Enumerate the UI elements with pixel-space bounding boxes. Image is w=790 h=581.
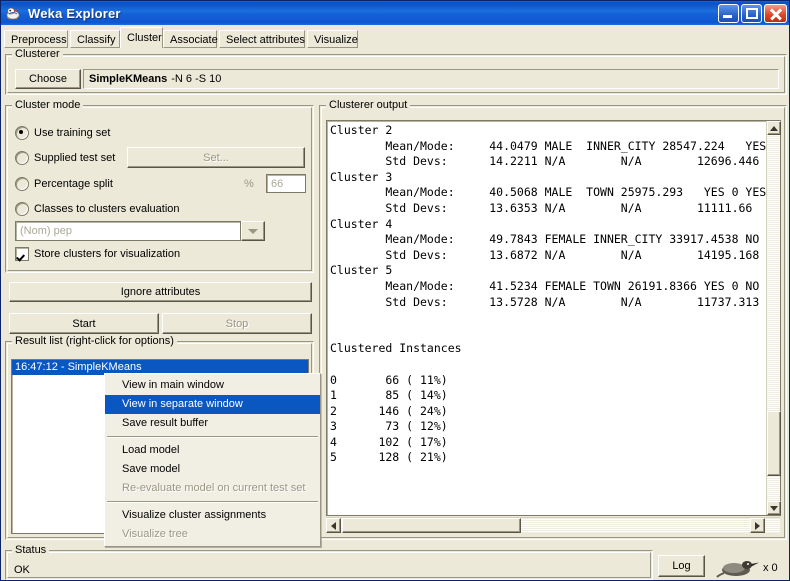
status-group-title: Status [12, 544, 49, 556]
minimize-button[interactable] [718, 4, 739, 23]
weka-explorer-window: Weka Explorer Preprocess Classify Cluste… [0, 0, 790, 581]
context-menu-item-visualize-tree: Visualize tree [105, 525, 320, 544]
arrow-up-icon [770, 126, 778, 131]
output-scroll-right-button[interactable] [750, 518, 765, 533]
ignore-attributes-button[interactable]: Ignore attributes [9, 282, 312, 302]
radio-use-training-set[interactable]: Use training set [15, 126, 110, 140]
clusterer-output-text: Cluster 2 Mean/Mode: 44.0479 MALE INNER_… [330, 123, 773, 466]
clusterer-scheme-options: -N 6 -S 10 [171, 73, 221, 85]
checkbox-label-store-clusters: Store clusters for visualization [34, 248, 180, 260]
context-menu-item-reevaluate-model: Re-evaluate model on current test set [105, 479, 320, 498]
radio-label-percentage-split: Percentage split [34, 178, 113, 190]
log-button[interactable]: Log [658, 555, 705, 577]
output-hscrollbar[interactable] [326, 517, 780, 533]
chevron-down-icon [248, 229, 258, 234]
class-attribute-combo[interactable]: (Nom) pep [15, 221, 241, 241]
start-button[interactable]: Start [9, 313, 159, 334]
context-menu-item-load-model[interactable]: Load model [105, 441, 320, 460]
context-menu-separator-2 [107, 501, 318, 503]
weka-bird-icon [5, 4, 23, 22]
radio-indicator-percentage-split [15, 177, 29, 191]
tab-associate[interactable]: Associate [163, 30, 217, 48]
context-menu-item-view-main-window[interactable]: View in main window [105, 376, 320, 395]
context-menu-item-view-separate-window[interactable]: View in separate window [105, 395, 320, 414]
tab-select-attributes[interactable]: Select attributes [219, 30, 305, 48]
clusterer-scheme-name: SimpleKMeans [89, 73, 167, 85]
maximize-button[interactable] [741, 4, 762, 23]
radio-classes-to-clusters[interactable]: Classes to clusters evaluation [15, 202, 180, 216]
class-attribute-combo-arrow[interactable] [241, 221, 265, 241]
status-message: OK [14, 564, 30, 576]
choose-button[interactable]: Choose [15, 69, 81, 89]
window-controls [718, 4, 787, 23]
tab-preprocess[interactable]: Preprocess [4, 30, 68, 48]
output-hscroll-thumb[interactable] [342, 518, 521, 533]
weka-bird-animation-icon [716, 555, 760, 581]
task-count-label: x 0 [763, 562, 778, 574]
radio-percentage-split[interactable]: Percentage split [15, 177, 113, 191]
output-vscroll-thumb[interactable] [767, 411, 781, 476]
radio-indicator-classes-to-clusters [15, 202, 29, 216]
tab-visualize[interactable]: Visualize [307, 30, 358, 48]
radio-label-use-training-set: Use training set [34, 127, 110, 139]
radio-label-classes-to-clusters: Classes to clusters evaluation [34, 203, 180, 215]
output-scroll-down-button[interactable] [767, 501, 781, 515]
arrow-down-icon [770, 506, 778, 511]
context-menu-item-visualize-cluster-assignments[interactable]: Visualize cluster assignments [105, 506, 320, 525]
close-button[interactable] [764, 4, 787, 23]
clusterer-scheme-field[interactable]: SimpleKMeans -N 6 -S 10 [83, 69, 779, 89]
status-group: Status [5, 550, 653, 580]
title-bar: Weka Explorer [1, 1, 790, 25]
context-menu-item-save-model[interactable]: Save model [105, 460, 320, 479]
tab-classify[interactable]: Classify [70, 30, 120, 48]
checkbox-store-clusters[interactable]: Store clusters for visualization [15, 247, 180, 261]
tab-cluster[interactable]: Cluster [120, 27, 163, 48]
cluster-mode-title: Cluster mode [12, 99, 83, 111]
percentage-split-input[interactable]: 66 [266, 174, 306, 193]
set-button[interactable]: Set... [127, 147, 305, 168]
radio-indicator-use-training-set [15, 126, 29, 140]
radio-supplied-test-set[interactable]: Supplied test set [15, 151, 115, 165]
window-title: Weka Explorer [28, 6, 121, 21]
arrow-right-icon [755, 522, 760, 530]
result-list-title: Result list (right-click for options) [12, 335, 177, 347]
checkbox-indicator-store-clusters [15, 247, 29, 261]
stop-button[interactable]: Stop [162, 313, 312, 334]
clusterer-output-panel: Cluster 2 Mean/Mode: 44.0479 MALE INNER_… [326, 120, 781, 516]
context-menu-separator-1 [107, 436, 318, 438]
radio-indicator-supplied-test-set [15, 151, 29, 165]
clusterer-output-title: Clusterer output [326, 99, 410, 111]
output-vscrollbar[interactable] [766, 121, 780, 515]
clusterer-group-title: Clusterer [12, 48, 63, 60]
radio-label-supplied-test-set: Supplied test set [34, 152, 115, 164]
output-scroll-up-button[interactable] [767, 121, 781, 135]
arrow-left-icon [331, 522, 336, 530]
percent-symbol-label: % [244, 178, 254, 190]
context-menu-item-save-result-buffer[interactable]: Save result buffer [105, 414, 320, 433]
result-list-context-menu[interactable]: View in main window View in separate win… [104, 373, 321, 547]
output-scroll-left-button[interactable] [326, 518, 341, 533]
tab-bar: Preprocess Classify Cluster Associate Se… [1, 25, 790, 49]
